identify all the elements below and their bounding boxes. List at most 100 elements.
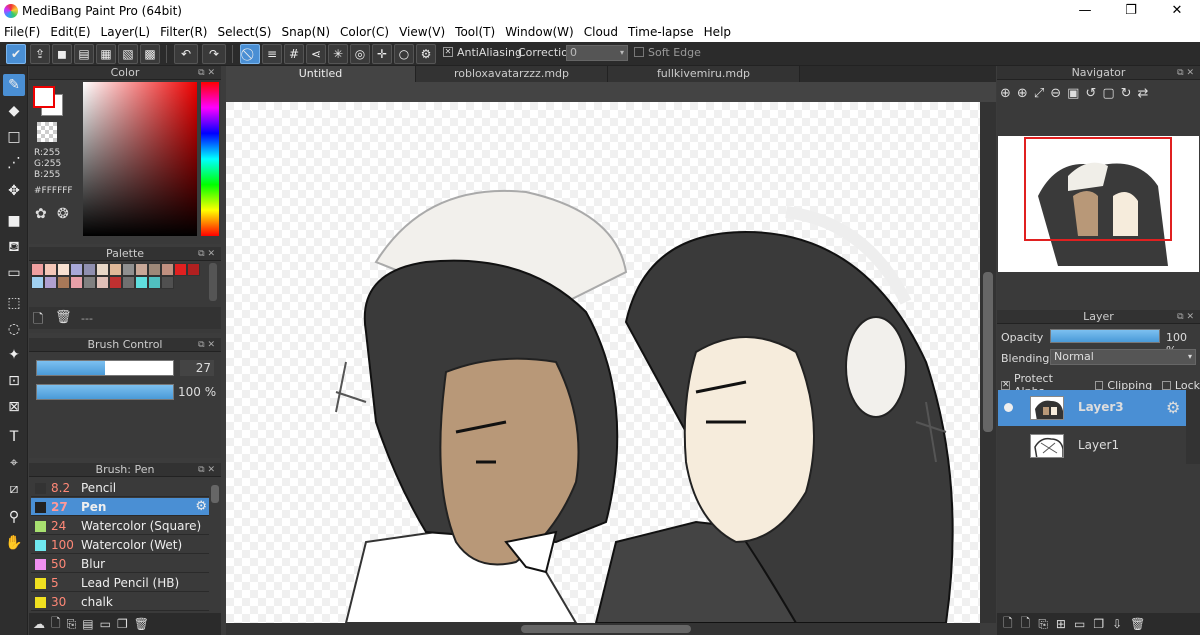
select-pen-tool-icon[interactable]: ⊡: [3, 370, 25, 392]
panel-controls-icon[interactable]: ⧉ ✕: [198, 338, 215, 352]
palette-swatch[interactable]: [31, 263, 44, 276]
brush-copy-icon[interactable]: ⎘: [67, 617, 77, 632]
menu-cloud[interactable]: Cloud: [584, 22, 618, 42]
palette-swatch[interactable]: [44, 263, 57, 276]
palette-swatch[interactable]: [109, 276, 122, 289]
bucket-tool-icon[interactable]: ⛾: [3, 236, 25, 258]
concentric-snap-icon[interactable]: ◎: [350, 44, 370, 64]
fill-rect-tool-icon[interactable]: ■: [3, 210, 25, 232]
layer-opacity-slider[interactable]: [1050, 329, 1160, 343]
brush-opacity-slider[interactable]: [36, 384, 174, 400]
maximize-button[interactable]: ❐: [1108, 0, 1154, 22]
panel-controls-icon[interactable]: ⧉ ✕: [198, 66, 215, 80]
menu-file[interactable]: File(F): [4, 22, 40, 42]
dot-tool-icon[interactable]: ⋰: [3, 152, 25, 174]
actual-size-icon[interactable]: ▣: [1067, 86, 1079, 101]
soft-edge-checkbox[interactable]: [634, 47, 644, 57]
magic-wand-tool-icon[interactable]: ✦: [3, 344, 25, 366]
saturation-value-picker[interactable]: [83, 82, 197, 236]
hand-tool-icon[interactable]: ✋: [3, 532, 25, 554]
palette-swatch[interactable]: [187, 263, 200, 276]
palette-scrollbar[interactable]: [209, 263, 217, 301]
palette-swatch[interactable]: [70, 276, 83, 289]
palette-swatch[interactable]: [148, 263, 161, 276]
duplicate-icon[interactable]: ❐: [117, 617, 128, 631]
palette-swatch[interactable]: [109, 263, 122, 276]
text-tool-icon[interactable]: T: [3, 426, 25, 448]
drawing-canvas[interactable]: [226, 102, 980, 623]
rectangle-tool-icon[interactable]: □: [3, 126, 25, 148]
menu-tool[interactable]: Tool(T): [455, 22, 495, 42]
divide-tool-icon[interactable]: ⧄: [3, 478, 25, 500]
protect-alpha-checkbox[interactable]: ✕: [1001, 380, 1010, 390]
layer-settings-gear-icon[interactable]: ⚙: [1166, 398, 1180, 417]
grid-pages-icon[interactable]: ▩: [140, 44, 160, 64]
comic-panel-icon[interactable]: ▤: [74, 44, 94, 64]
new-page-icon[interactable]: 🗋: [33, 310, 43, 332]
redo-icon[interactable]: ↷: [202, 44, 226, 64]
palette-swatch[interactable]: [57, 263, 70, 276]
page-layout-icon[interactable]: ▦: [96, 44, 116, 64]
navigator-preview[interactable]: [998, 136, 1199, 272]
brush-size-value[interactable]: 27: [180, 360, 214, 376]
lock-checkbox[interactable]: [1162, 380, 1171, 390]
layer-row-layer3[interactable]: Layer3 ⚙: [998, 390, 1186, 426]
panel-controls-icon[interactable]: ⧉ ✕: [1177, 66, 1194, 80]
rotate-left-icon[interactable]: ↺: [1085, 86, 1096, 101]
close-button[interactable]: ✕: [1154, 0, 1200, 22]
color-picker-icon[interactable]: ❂: [57, 206, 69, 222]
panel-controls-icon[interactable]: ⧉ ✕: [198, 247, 215, 261]
circle-snap-icon[interactable]: ○: [394, 44, 414, 64]
brush-settings-gear-icon[interactable]: ⚙: [195, 498, 207, 516]
zoom-in-alt-icon[interactable]: ⊕: [1017, 86, 1028, 101]
brush-item-pen[interactable]: 27 Pen ⚙: [31, 498, 209, 516]
antialiasing-checkbox[interactable]: ✕: [443, 47, 453, 57]
select-eraser-tool-icon[interactable]: ⊠: [3, 396, 25, 418]
layer-row-layer1[interactable]: Layer1: [998, 428, 1186, 464]
select-tool-icon[interactable]: ⬚: [3, 292, 25, 314]
folder-icon[interactable]: ▭: [1074, 617, 1085, 631]
new-brush-icon[interactable]: 🗋: [51, 614, 61, 635]
brush-item-watercolor-wet[interactable]: 100 Watercolor (Wet): [31, 536, 209, 554]
snap-settings-gear-icon[interactable]: ⚙: [416, 44, 436, 64]
palette-swatch[interactable]: [31, 276, 44, 289]
chat-icon[interactable]: ◼: [52, 44, 72, 64]
brush-item-chalk[interactable]: 30 chalk: [31, 593, 209, 611]
new-layer-icon[interactable]: 🗋: [1003, 614, 1013, 635]
hue-slider[interactable]: [201, 82, 219, 236]
blending-select[interactable]: Normal ▾: [1050, 349, 1196, 365]
rotate-right-icon[interactable]: ↻: [1121, 86, 1132, 101]
palette-swatch[interactable]: [122, 276, 135, 289]
medibang-check-icon[interactable]: ✔: [6, 44, 26, 64]
share-icon[interactable]: ⇪: [30, 44, 50, 64]
new-layer-alt-icon[interactable]: 🗋: [1021, 614, 1031, 635]
merge-down-icon[interactable]: ⇩: [1112, 617, 1122, 631]
pages-icon[interactable]: ▧: [118, 44, 138, 64]
palette-swatch[interactable]: [57, 276, 70, 289]
palette-swatch[interactable]: [161, 263, 174, 276]
undo-icon[interactable]: ↶: [174, 44, 198, 64]
tab-fullkivemiru[interactable]: fullkivemiru.mdp: [608, 66, 800, 82]
palette-swatch[interactable]: [174, 263, 187, 276]
perspective-snap-icon[interactable]: ⋖: [306, 44, 326, 64]
trash-icon[interactable]: 🗑: [134, 617, 149, 631]
menu-filter[interactable]: Filter(R): [160, 22, 207, 42]
layer-type-icon[interactable]: ⎘: [1038, 617, 1048, 632]
fit-window-icon[interactable]: ⤢: [1034, 86, 1044, 101]
brush-item-watercolor-square[interactable]: 24 Watercolor (Square): [31, 517, 209, 535]
snap-off-icon[interactable]: ⃠: [240, 44, 260, 64]
palette-swatch[interactable]: [83, 263, 96, 276]
palette-swatch[interactable]: [96, 263, 109, 276]
eyedropper-tool-icon[interactable]: ⚲: [3, 506, 25, 528]
move-tool-icon[interactable]: ✥: [3, 180, 25, 202]
brush-item-pencil[interactable]: 8.2 Pencil: [31, 479, 209, 497]
menu-help[interactable]: Help: [704, 22, 731, 42]
palette-swatch[interactable]: [70, 263, 83, 276]
tab-robloxavatarzzz[interactable]: robloxavatarzzz.mdp: [416, 66, 608, 82]
tab-untitled[interactable]: Untitled: [226, 66, 416, 82]
trash-icon[interactable]: 🗑: [55, 310, 72, 325]
canvas-vertical-scrollbar[interactable]: [980, 102, 996, 623]
brush-item-lead-pencil-hb[interactable]: 5 Lead Pencil (HB): [31, 574, 209, 592]
radial-snap-icon[interactable]: ✳: [328, 44, 348, 64]
brush-settings-icon[interactable]: ▤: [82, 617, 93, 631]
